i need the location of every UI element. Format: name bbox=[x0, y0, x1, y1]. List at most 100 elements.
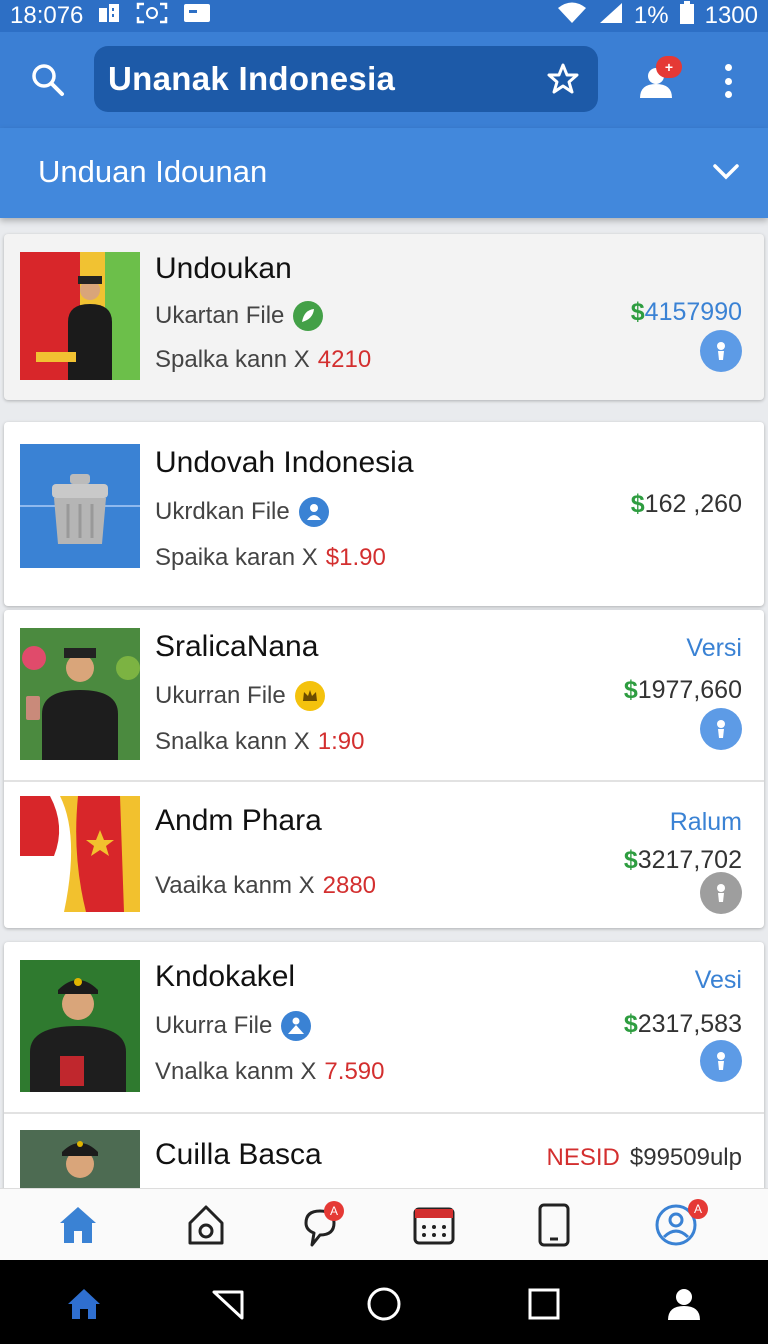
image-icon bbox=[183, 2, 211, 31]
home-icon bbox=[60, 1207, 96, 1243]
favorite-button[interactable] bbox=[546, 62, 580, 96]
scan-icon bbox=[135, 1, 169, 32]
category-dropdown[interactable]: Unduan Idounan bbox=[0, 128, 768, 218]
item-thumbnail bbox=[20, 444, 140, 568]
item-tag: Vesi bbox=[694, 966, 742, 994]
search-icon bbox=[32, 64, 64, 96]
back-icon bbox=[212, 1290, 244, 1320]
chevron-down-icon bbox=[713, 164, 739, 180]
nav-home[interactable] bbox=[56, 1203, 100, 1247]
sys-recents-button[interactable] bbox=[526, 1286, 562, 1322]
chat-badge: A bbox=[324, 1201, 344, 1221]
item-name: Undovah Indonesia bbox=[155, 446, 414, 479]
item-size-line: Snalka kann X 1:90 bbox=[155, 728, 365, 756]
item-thumbnail bbox=[20, 252, 140, 380]
sys-back-button[interactable] bbox=[210, 1286, 246, 1322]
alert-badge: + bbox=[656, 56, 682, 78]
item-size-line: Vnalka kanm X 7.590 bbox=[155, 1058, 384, 1086]
sys-profile-button[interactable] bbox=[666, 1286, 702, 1322]
item-tag: Versi bbox=[686, 634, 742, 662]
more-menu-button[interactable] bbox=[718, 64, 738, 98]
item-name: Kndokakel bbox=[155, 960, 296, 993]
item-tag: NESID bbox=[546, 1144, 620, 1171]
item-file-label: Ukrdkan File bbox=[155, 498, 290, 525]
system-nav-bar bbox=[0, 1260, 768, 1344]
item-price: $1977,660 bbox=[623, 676, 742, 704]
star-icon bbox=[547, 63, 579, 94]
download-button[interactable] bbox=[700, 708, 742, 750]
item-file-line: Ukurra File bbox=[155, 1010, 312, 1042]
person-icon bbox=[717, 884, 725, 902]
sys-circle-button[interactable] bbox=[366, 1286, 402, 1322]
item-size-value: 2880 bbox=[322, 872, 377, 899]
item-price: $3217,702 bbox=[623, 846, 742, 874]
nav-phone[interactable] bbox=[532, 1203, 576, 1247]
item-file-line: Ukartan File bbox=[155, 300, 324, 332]
item-price: $4157990 bbox=[630, 298, 742, 326]
person-icon bbox=[717, 342, 725, 360]
list-item[interactable]: Kndokakel Ukurra File Vnalka kanm X 7.590… bbox=[4, 942, 764, 1112]
calendar-icon bbox=[413, 1207, 455, 1245]
download-button[interactable] bbox=[700, 872, 742, 914]
item-name: Cuilla Basca bbox=[155, 1138, 322, 1171]
app-title-box[interactable]: Unanak Indonesia bbox=[94, 46, 598, 112]
nav-store[interactable] bbox=[184, 1203, 228, 1247]
store-icon bbox=[188, 1205, 224, 1245]
item-size-line: Spaika karan X $1.90 bbox=[155, 544, 386, 572]
crown-badge-icon bbox=[294, 681, 325, 711]
item-name: SralicaNana bbox=[155, 630, 319, 663]
more-vert-icon bbox=[724, 64, 732, 71]
search-button[interactable] bbox=[30, 62, 66, 98]
category-title: Unduan Idounan bbox=[38, 154, 268, 189]
item-price: $99509ulp bbox=[629, 1144, 742, 1171]
list-item[interactable]: Undoukan Ukartan File Spalka kann X 4210 … bbox=[4, 234, 764, 400]
item-size-value: $1.90 bbox=[325, 544, 386, 571]
item-file-line: Ukrdkan File bbox=[155, 496, 330, 528]
status-right-time: 1300 bbox=[704, 2, 758, 29]
item-price: $162 ,260 bbox=[630, 490, 742, 518]
person-badge-icon bbox=[281, 1011, 312, 1041]
nav-chat[interactable]: A bbox=[300, 1201, 344, 1247]
nav-calendar[interactable] bbox=[412, 1203, 456, 1247]
battery-icon bbox=[679, 0, 695, 32]
item-size-label: Spaika karan X bbox=[155, 544, 318, 571]
item-size-label: Snalka kann X bbox=[155, 728, 310, 755]
item-file-label: Ukurran File bbox=[155, 682, 286, 709]
download-button[interactable] bbox=[700, 330, 742, 372]
list-item[interactable]: SralicaNana Ukurran File Snalka kann X 1:… bbox=[4, 610, 764, 780]
app-bar: Unanak Indonesia + bbox=[0, 32, 768, 128]
list-item[interactable]: Cuilla Basca NESID $99509ulp bbox=[4, 1114, 764, 1188]
item-file-label: Ukurra File bbox=[155, 1012, 273, 1039]
building-icon bbox=[97, 2, 121, 31]
person-icon bbox=[717, 1052, 725, 1070]
item-size-value: 7.590 bbox=[324, 1058, 385, 1085]
status-time: 18:076 bbox=[10, 2, 84, 29]
download-button[interactable] bbox=[700, 1040, 742, 1082]
person-icon bbox=[668, 1289, 700, 1320]
item-thumbnail bbox=[20, 628, 140, 760]
sys-home-button[interactable] bbox=[66, 1286, 102, 1322]
item-size-label: Vnalka kanm X bbox=[155, 1058, 317, 1085]
recents-icon bbox=[528, 1288, 560, 1320]
item-thumbnail bbox=[20, 960, 140, 1092]
list-item[interactable]: Andm Phara Vaaika kanm X 2880 Ralum $3217… bbox=[4, 782, 764, 928]
nav-profile[interactable]: A bbox=[654, 1199, 708, 1247]
person-badge-icon bbox=[298, 497, 329, 527]
item-meta: NESID $99509ulp bbox=[547, 1144, 742, 1172]
leaf-badge-icon bbox=[293, 301, 324, 331]
circle-home-icon bbox=[367, 1287, 401, 1321]
item-file-line: Ukurran File bbox=[155, 680, 326, 712]
user-alert-button[interactable]: + bbox=[636, 56, 684, 102]
list-item[interactable]: Undovah Indonesia Ukrdkan File Spaika ka… bbox=[4, 422, 764, 606]
profile-badge: A bbox=[688, 1199, 708, 1219]
item-tag: Ralum bbox=[669, 808, 742, 836]
wifi-icon bbox=[556, 1, 588, 32]
item-size-value: 4210 bbox=[317, 346, 372, 373]
item-thumbnail bbox=[20, 1130, 140, 1188]
item-thumbnail bbox=[20, 796, 140, 912]
item-size-label: Vaaika kanm X bbox=[155, 872, 315, 899]
signal-icon bbox=[598, 1, 624, 32]
battery-text: 1% bbox=[633, 2, 669, 29]
bottom-nav: A A bbox=[0, 1188, 768, 1260]
item-size-line: Spalka kann X 4210 bbox=[155, 346, 371, 374]
